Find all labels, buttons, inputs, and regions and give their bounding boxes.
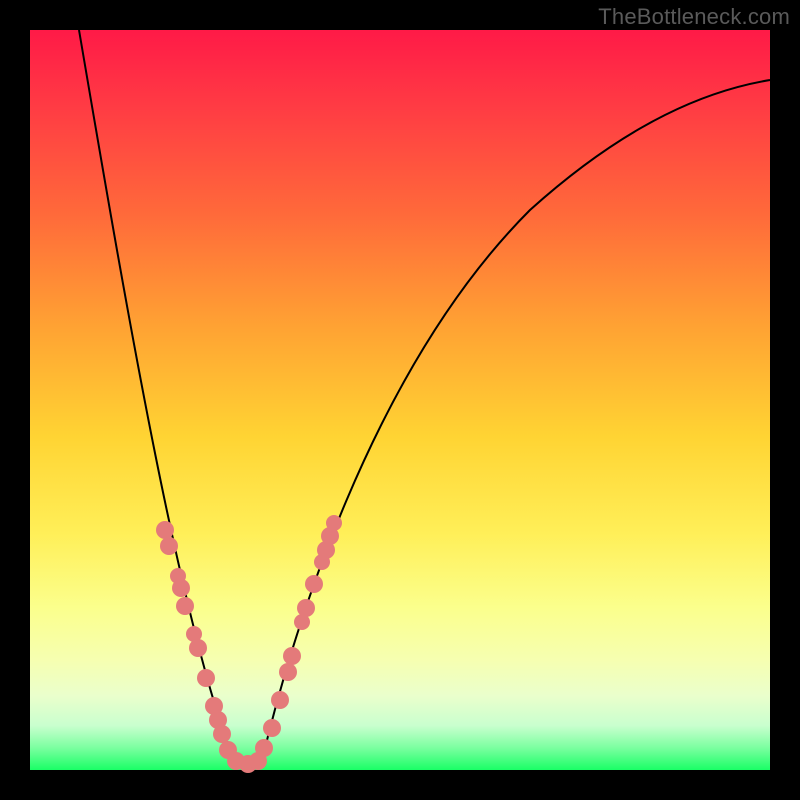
data-point: [283, 647, 301, 665]
data-point: [297, 599, 315, 617]
data-point: [172, 579, 190, 597]
data-point: [176, 597, 194, 615]
data-point: [189, 639, 207, 657]
data-point: [326, 515, 342, 531]
chart-frame: TheBottleneck.com: [0, 0, 800, 800]
data-point: [305, 575, 323, 593]
curve-left-branch: [79, 30, 235, 765]
curve-right-branch: [261, 80, 770, 765]
watermark-text: TheBottleneck.com: [598, 4, 790, 30]
plot-area: [30, 30, 770, 770]
data-point: [271, 691, 289, 709]
chart-svg: [30, 30, 770, 770]
data-point: [156, 521, 174, 539]
data-point: [160, 537, 178, 555]
data-point: [255, 739, 273, 757]
data-points-group: [156, 515, 342, 773]
data-point: [263, 719, 281, 737]
data-point: [197, 669, 215, 687]
data-point: [279, 663, 297, 681]
curve-group: [79, 30, 770, 765]
data-point: [213, 725, 231, 743]
